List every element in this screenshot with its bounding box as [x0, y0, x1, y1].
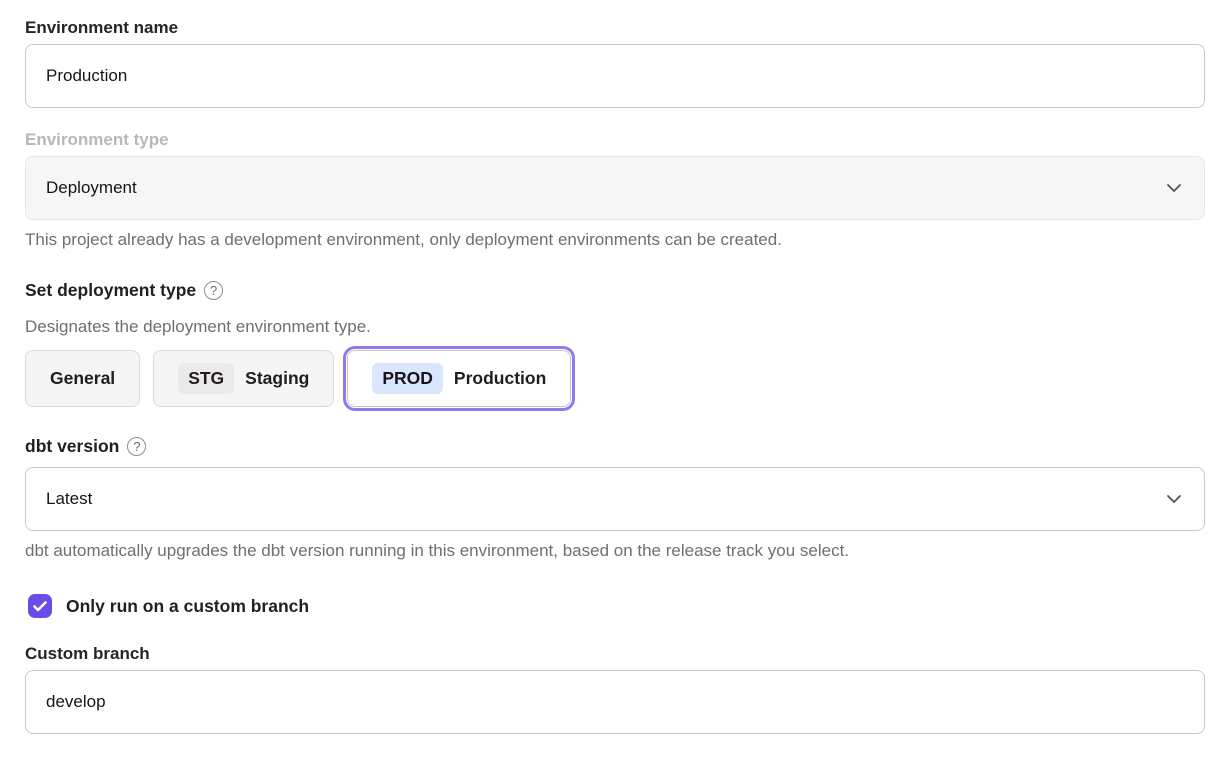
custom-branch-checkbox-row: Only run on a custom branch: [28, 594, 1205, 618]
deployment-type-production-button[interactable]: PROD Production: [347, 350, 571, 407]
custom-branch-checkbox-label[interactable]: Only run on a custom branch: [66, 596, 309, 617]
environment-name-label: Environment name: [25, 17, 1205, 39]
section-deployment-type: Set deployment type ? Designates the dep…: [25, 279, 1205, 407]
custom-branch-input[interactable]: [25, 670, 1205, 734]
deployment-type-button-group: General STG Staging PROD Production: [25, 350, 1205, 407]
deployment-type-staging-button[interactable]: STG Staging: [153, 350, 334, 407]
field-dbt-version: dbt version ? Latest dbt automatically u…: [25, 435, 1205, 562]
deployment-type-description: Designates the deployment environment ty…: [25, 316, 1205, 338]
help-icon[interactable]: ?: [204, 281, 223, 300]
environment-settings-form: Environment name Environment type Deploy…: [0, 0, 1228, 734]
dbt-version-label: dbt version: [25, 435, 119, 457]
chevron-down-icon: [1166, 183, 1182, 193]
environment-type-label: Environment type: [25, 129, 1205, 151]
dbt-version-helper: dbt automatically upgrades the dbt versi…: [25, 540, 1205, 562]
field-environment-type: Environment type Deployment This project…: [25, 129, 1205, 251]
custom-branch-checkbox[interactable]: [28, 594, 52, 618]
deployment-type-production-label: Production: [454, 368, 546, 389]
field-custom-branch: Custom branch: [25, 643, 1205, 734]
checkmark-icon: [33, 601, 47, 612]
deployment-type-general-button[interactable]: General: [25, 350, 140, 407]
environment-name-input[interactable]: [25, 44, 1205, 108]
staging-badge: STG: [178, 363, 234, 394]
custom-branch-label: Custom branch: [25, 643, 1205, 665]
production-badge: PROD: [372, 363, 443, 394]
dbt-version-value: Latest: [46, 489, 92, 509]
environment-type-select: Deployment: [25, 156, 1205, 220]
deployment-type-general-label: General: [50, 368, 115, 389]
deployment-type-staging-label: Staging: [245, 368, 309, 389]
field-environment-name: Environment name: [25, 17, 1205, 108]
environment-type-helper: This project already has a development e…: [25, 229, 1205, 251]
chevron-down-icon: [1166, 494, 1182, 504]
environment-type-value: Deployment: [46, 178, 137, 198]
deployment-type-heading: Set deployment type: [25, 279, 196, 301]
help-icon[interactable]: ?: [127, 437, 146, 456]
dbt-version-select[interactable]: Latest: [25, 467, 1205, 531]
